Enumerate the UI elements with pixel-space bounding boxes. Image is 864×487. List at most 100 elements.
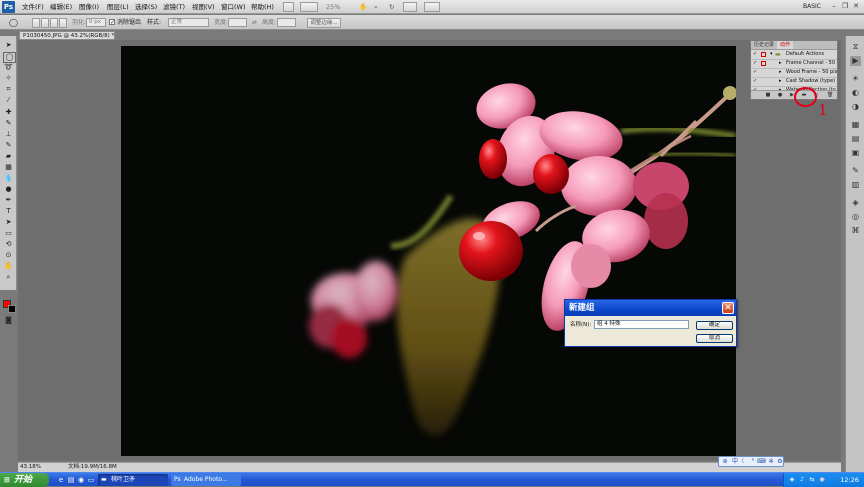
layers-panel-icon[interactable]: ◈ <box>850 198 861 208</box>
rotate-view-icon[interactable]: ↻ <box>389 2 394 12</box>
swatches-panel-icon[interactable]: ▦ <box>850 120 861 130</box>
blur-tool-icon[interactable]: 💧 <box>3 174 14 183</box>
ime-settings-icon[interactable]: ✲ <box>767 458 775 466</box>
3d-orbit-icon[interactable]: ⊙ <box>3 251 14 260</box>
eraser-tool-icon[interactable]: ▰ <box>3 152 14 161</box>
marquee-tool-icon[interactable]: ◯ <box>3 52 16 63</box>
taskbar-folder-window[interactable]: ▬ 桃叶卫矛 <box>98 474 168 486</box>
clone-stamp-icon[interactable]: ⊥ <box>3 130 14 139</box>
menu-image[interactable]: 图像(I) <box>79 2 99 12</box>
menu-edit[interactable]: 编辑(E) <box>50 2 72 12</box>
taskbar-photoshop-window[interactable]: Ps Adobe Photo... <box>171 474 241 486</box>
tab-history[interactable]: 历史记录 <box>751 41 777 49</box>
shape-tool-icon[interactable]: ▭ <box>3 229 14 238</box>
move-tool-icon[interactable]: ➤ <box>3 41 14 50</box>
check-icon[interactable]: ✓ <box>753 52 758 57</box>
dialog-toggle[interactable] <box>761 61 766 66</box>
antialias-checkbox[interactable]: ✓ <box>109 19 115 26</box>
workspace-switcher[interactable]: BASIC <box>803 2 821 12</box>
eyedropper-tool-icon[interactable]: ⁄ <box>3 96 14 105</box>
tray-security-icon[interactable]: ◉ <box>818 476 826 484</box>
menu-window[interactable]: 窗口(W) <box>221 2 246 12</box>
restore-icon[interactable]: ❐ <box>840 2 850 11</box>
swap-icon[interactable]: ⇄ <box>252 18 257 27</box>
channels-panel-icon[interactable]: ◎ <box>850 212 861 222</box>
menu-file[interactable]: 文件(F) <box>22 2 44 12</box>
color-panel-icon[interactable]: ◑ <box>850 102 861 112</box>
ime-logo-icon[interactable]: ⊛ <box>721 458 729 466</box>
style-select[interactable]: 正常 <box>168 18 209 27</box>
adjustments-panel-icon[interactable]: ☀ <box>850 74 861 84</box>
record-icon[interactable]: ● <box>777 92 783 98</box>
group-name-input[interactable]: 组 4 特殊 <box>594 320 689 329</box>
start-button[interactable]: ⊞ 开始 <box>0 473 49 487</box>
navigator-panel-icon[interactable]: ▣ <box>850 148 861 158</box>
menu-select[interactable]: 选择(S) <box>135 2 157 12</box>
zoom-tool-icon[interactable]: ⌕ <box>3 273 14 282</box>
magic-wand-icon[interactable]: ✧ <box>3 74 14 83</box>
menu-view[interactable]: 视图(V) <box>192 2 215 12</box>
history-panel-icon[interactable]: ⧖ <box>850 42 861 52</box>
background-color-swatch[interactable] <box>8 305 16 313</box>
dialog-titlebar[interactable]: 新建组 ✕ <box>565 300 736 316</box>
menu-layer[interactable]: 图层(L) <box>107 2 129 12</box>
ok-button[interactable]: 确定 <box>696 321 733 330</box>
tab-actions[interactable]: 动作 <box>777 41 794 49</box>
check-icon[interactable]: ✓ <box>753 70 758 75</box>
refine-edge-button[interactable]: 调整边缘... <box>307 18 341 28</box>
tray-network-icon[interactable]: ⇆ <box>808 476 816 484</box>
chevron-right-icon[interactable]: ▸ <box>779 59 782 68</box>
close-icon[interactable]: ✕ <box>851 2 861 11</box>
masks-panel-icon[interactable]: ◐ <box>850 88 861 98</box>
paths-panel-icon[interactable]: ⌘ <box>850 226 861 236</box>
ime-punct-icon[interactable]: ° <box>749 458 757 466</box>
quick-mask-icon[interactable]: ◙ <box>3 316 14 325</box>
menu-help[interactable]: 帮助(H) <box>251 2 274 12</box>
screen-mode-button[interactable] <box>300 2 318 12</box>
ime-mode-icon[interactable]: 中 <box>731 458 739 466</box>
minimize-icon[interactable]: – <box>829 2 839 11</box>
3d-rotate-icon[interactable]: ⟲ <box>3 240 14 249</box>
brush-tool-icon[interactable]: ✎ <box>3 119 14 128</box>
ime-keyboard-icon[interactable]: ⌨ <box>757 458 766 466</box>
styles-panel-icon[interactable]: ▤ <box>850 134 861 144</box>
feather-input[interactable]: 0 px <box>86 18 106 27</box>
tray-app-icon[interactable]: ◈ <box>788 476 796 484</box>
elliptical-marquee-icon[interactable]: ◯ <box>9 18 18 27</box>
lasso-tool-icon[interactable]: ➰ <box>3 63 14 72</box>
extras-button[interactable] <box>424 2 440 12</box>
add-selection-button[interactable] <box>41 18 49 28</box>
crop-tool-icon[interactable]: ⌗ <box>3 85 14 94</box>
hand-icon[interactable]: ✋ <box>359 2 367 12</box>
chevron-right-icon[interactable]: ▸ <box>779 68 782 77</box>
document-size-info[interactable]: 文档:19.9M/16.8M <box>68 463 117 472</box>
zoom-icon[interactable]: ⌕ <box>374 2 378 12</box>
healing-brush-icon[interactable]: ✚ <box>3 108 14 117</box>
ime-gear-icon[interactable]: ⚙ <box>776 458 784 466</box>
zoom-level-field[interactable]: 43.18% <box>20 463 41 472</box>
document-tab[interactable]: P1030450.JPG @ 43.2%(RGB/8) * <box>19 31 115 40</box>
brushes-panel-icon[interactable]: ✎ <box>850 166 861 176</box>
new-selection-button[interactable] <box>32 18 40 28</box>
clone-source-panel-icon[interactable]: ▥ <box>850 180 861 190</box>
cancel-button[interactable]: 取消 <box>696 334 733 343</box>
check-icon[interactable]: ✓ <box>753 61 758 66</box>
zoom-readout[interactable]: 25% <box>326 2 340 12</box>
pen-tool-icon[interactable]: ✒ <box>3 196 14 205</box>
desktop-icon[interactable]: ▭ <box>87 476 95 484</box>
hand-tool-icon[interactable]: ✋ <box>3 262 14 271</box>
path-selection-icon[interactable]: ➤ <box>3 218 14 227</box>
type-tool-icon[interactable]: T <box>3 207 14 216</box>
dialog-toggle[interactable] <box>761 52 766 57</box>
menu-filter[interactable]: 滤镜(T) <box>163 2 185 12</box>
height-input[interactable] <box>277 18 296 27</box>
ie-icon[interactable]: e <box>57 476 65 484</box>
close-icon[interactable]: ✕ <box>722 302 734 314</box>
folder-icon[interactable]: ▤ <box>67 476 75 484</box>
chevron-down-icon[interactable]: ▾ <box>770 50 773 59</box>
subtract-selection-button[interactable] <box>50 18 58 28</box>
chevron-right-icon[interactable]: ▸ <box>779 77 782 86</box>
tray-volume-icon[interactable]: ♪ <box>798 476 806 484</box>
dodge-tool-icon[interactable]: ● <box>3 185 14 194</box>
media-icon[interactable]: ◉ <box>77 476 85 484</box>
